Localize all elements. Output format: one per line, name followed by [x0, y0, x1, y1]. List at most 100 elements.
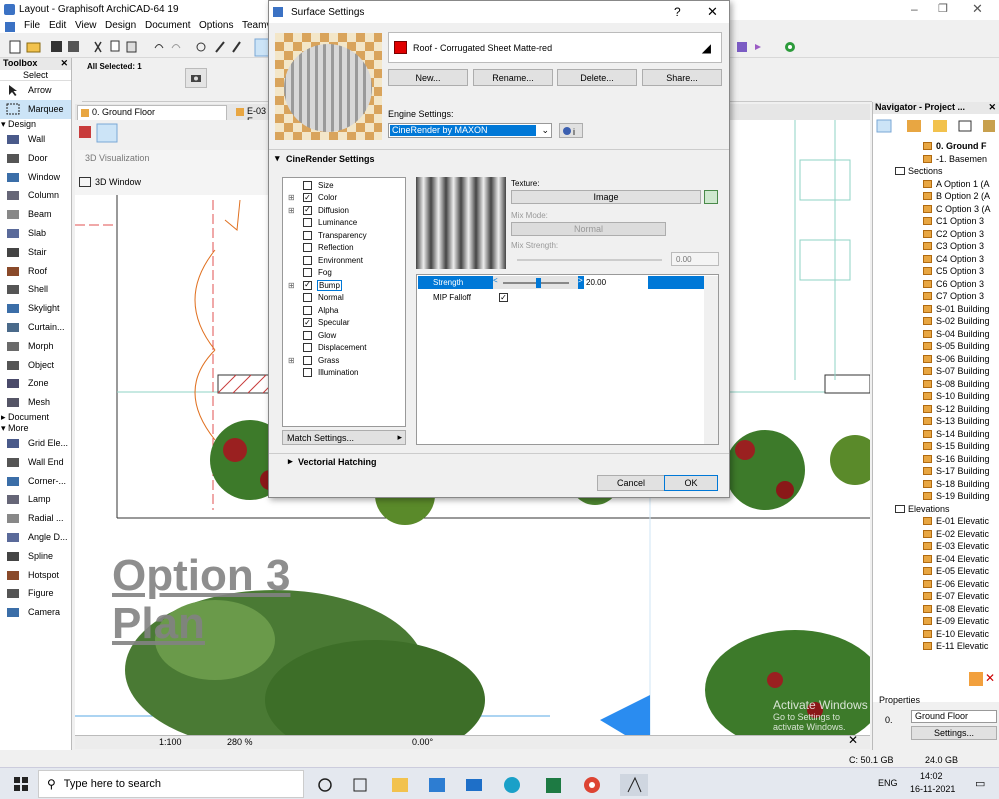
tool-m9[interactable]: Camera: [0, 603, 71, 622]
zoom-value[interactable]: 280 %: [227, 737, 253, 747]
menu-design[interactable]: Design: [105, 20, 136, 31]
channel-checkbox[interactable]: ✓: [303, 193, 312, 202]
tool-m7[interactable]: Hotspot: [0, 565, 71, 584]
language-indicator[interactable]: ENG: [878, 778, 898, 788]
channel-item[interactable]: Transparency: [283, 229, 405, 242]
tool-m6[interactable]: Spline: [0, 546, 71, 565]
navigator-item[interactable]: E-08 Elevatic: [873, 603, 989, 616]
channel-item[interactable]: Normal: [283, 292, 405, 305]
strength-value[interactable]: > 20.00: [578, 276, 648, 289]
navigator-item[interactable]: Sections: [873, 165, 943, 178]
tab-e03[interactable]: E-03 E: [233, 105, 273, 126]
channel-item[interactable]: Glow: [283, 329, 405, 342]
toolbar-icons-right[interactable]: [735, 36, 805, 58]
tool-m4[interactable]: Radial ...: [0, 509, 71, 528]
navigator-item[interactable]: E-07 Elevatic: [873, 590, 989, 603]
match-settings-button[interactable]: Match Settings... ▸: [282, 430, 406, 445]
navigator-item[interactable]: A Option 1 (A: [873, 178, 990, 191]
parameter-scrollbar[interactable]: [704, 276, 718, 444]
menu-options[interactable]: Options: [199, 20, 233, 31]
more-section-label[interactable]: ▾ More: [0, 423, 71, 434]
tool-d9[interactable]: Skylight: [0, 299, 71, 318]
restore-icon[interactable]: ❐: [938, 2, 948, 15]
tool-d0[interactable]: Wall: [0, 130, 71, 149]
cancel-button[interactable]: Cancel: [597, 475, 665, 491]
navigator-item[interactable]: S-05 Building: [873, 340, 990, 353]
tool-m0[interactable]: Grid Ele...: [0, 434, 71, 453]
surface-menu-icon[interactable]: ◢: [702, 41, 711, 55]
navigator-item[interactable]: C5 Option 3: [873, 265, 984, 278]
channel-item[interactable]: Alpha: [283, 304, 405, 317]
menu-document[interactable]: Document: [145, 20, 191, 31]
navigator-item[interactable]: C2 Option 3: [873, 228, 984, 241]
engine-info-button[interactable]: i: [559, 123, 583, 138]
channel-checkbox[interactable]: [303, 330, 312, 340]
clock-time[interactable]: 14:02: [920, 771, 943, 781]
tool-m5[interactable]: Angle D...: [0, 528, 71, 547]
camera-pose-icon[interactable]: [185, 68, 207, 88]
tab-ground-floor[interactable]: 0. Ground Floor: [77, 105, 227, 120]
channel-checkbox[interactable]: [303, 355, 312, 365]
dialog-close-icon[interactable]: ✕: [707, 4, 718, 20]
tool-marquee[interactable]: Marquee: [0, 99, 71, 119]
settings-button[interactable]: Settings...: [911, 726, 997, 740]
clock-date[interactable]: 16-11-2021: [910, 784, 955, 794]
channel-item[interactable]: Environment: [283, 254, 405, 267]
angle-value[interactable]: 0.00°: [412, 737, 433, 747]
menu-file[interactable]: File: [24, 20, 40, 31]
channel-checkbox[interactable]: [303, 243, 312, 252]
navigator-item[interactable]: E-06 Elevatic: [873, 578, 989, 591]
navigator-item[interactable]: E-09 Elevatic: [873, 615, 989, 628]
navigator-item[interactable]: S-02 Building: [873, 315, 990, 328]
help-icon[interactable]: ?: [674, 5, 681, 19]
expand-plus-icon[interactable]: ⊞: [288, 206, 295, 215]
navigator-item[interactable]: E-02 Elevatic: [873, 528, 989, 541]
new-button[interactable]: New...: [388, 69, 468, 86]
minimize-icon[interactable]: –: [911, 2, 918, 16]
taskbar-apps[interactable]: [315, 774, 655, 796]
status-close-icon[interactable]: ✕: [848, 733, 858, 747]
vectorial-hatching-header[interactable]: ▸ Vectorial Hatching: [269, 453, 729, 467]
channel-item[interactable]: Displacement: [283, 342, 405, 355]
navigator-item[interactable]: S-10 Building: [873, 390, 990, 403]
navigator-item[interactable]: C1 Option 3: [873, 215, 984, 228]
navigator-item[interactable]: C4 Option 3: [873, 253, 984, 266]
navigator-item[interactable]: 0. Ground F: [873, 140, 987, 153]
navigator-item[interactable]: C3 Option 3: [873, 240, 984, 253]
tool-d10[interactable]: Curtain...: [0, 318, 71, 337]
expand-plus-icon[interactable]: ⊞: [288, 281, 295, 290]
toolbar-icons[interactable]: [0, 36, 270, 58]
rename-button[interactable]: Rename...: [473, 69, 553, 86]
channel-item[interactable]: ⊞ ✓ Bump: [283, 279, 405, 292]
channel-checkbox[interactable]: [303, 293, 312, 302]
surface-selector[interactable]: Roof - Corrugated Sheet Matte-red ◢: [388, 32, 722, 63]
navigator-item[interactable]: B Option 2 (A: [873, 190, 990, 203]
navigator-toolbar[interactable]: [873, 114, 999, 140]
tool-d6[interactable]: Stair: [0, 242, 71, 261]
channel-checkbox[interactable]: [303, 305, 312, 315]
notification-icon[interactable]: ▭: [975, 777, 985, 790]
tool-d3[interactable]: Column: [0, 186, 71, 205]
tool-d2[interactable]: Window: [0, 167, 71, 186]
channel-item[interactable]: ⊞ ✓ Diffusion: [283, 204, 405, 217]
navigator-item[interactable]: C7 Option 3: [873, 290, 984, 303]
tool-m2[interactable]: Corner-...: [0, 471, 71, 490]
toolbox-close-icon[interactable]: ✕: [60, 58, 68, 69]
tool-d11[interactable]: Morph: [0, 336, 71, 355]
tool-d4[interactable]: Beam: [0, 205, 71, 224]
channel-checkbox[interactable]: ✓: [303, 205, 312, 215]
navigator-item[interactable]: S-19 Building: [873, 490, 990, 503]
channel-item[interactable]: ⊞ Grass: [283, 354, 405, 367]
tool-m8[interactable]: Figure: [0, 584, 71, 603]
channel-item[interactable]: Size: [283, 179, 405, 192]
navigator-item[interactable]: Elevations: [873, 503, 950, 516]
navigator-item[interactable]: S-07 Building: [873, 365, 990, 378]
document-section-label[interactable]: ▸ Document: [0, 412, 71, 423]
layout-icon[interactable]: [969, 672, 983, 686]
delete-button[interactable]: Delete...: [557, 69, 637, 86]
navigator-item[interactable]: S-12 Building: [873, 403, 990, 416]
mix-strength-value[interactable]: 0.00: [671, 252, 719, 266]
navigator-close-icon[interactable]: ✕: [988, 102, 996, 113]
tool-d5[interactable]: Slab: [0, 224, 71, 243]
navigator-item[interactable]: E-10 Elevatic: [873, 628, 989, 641]
